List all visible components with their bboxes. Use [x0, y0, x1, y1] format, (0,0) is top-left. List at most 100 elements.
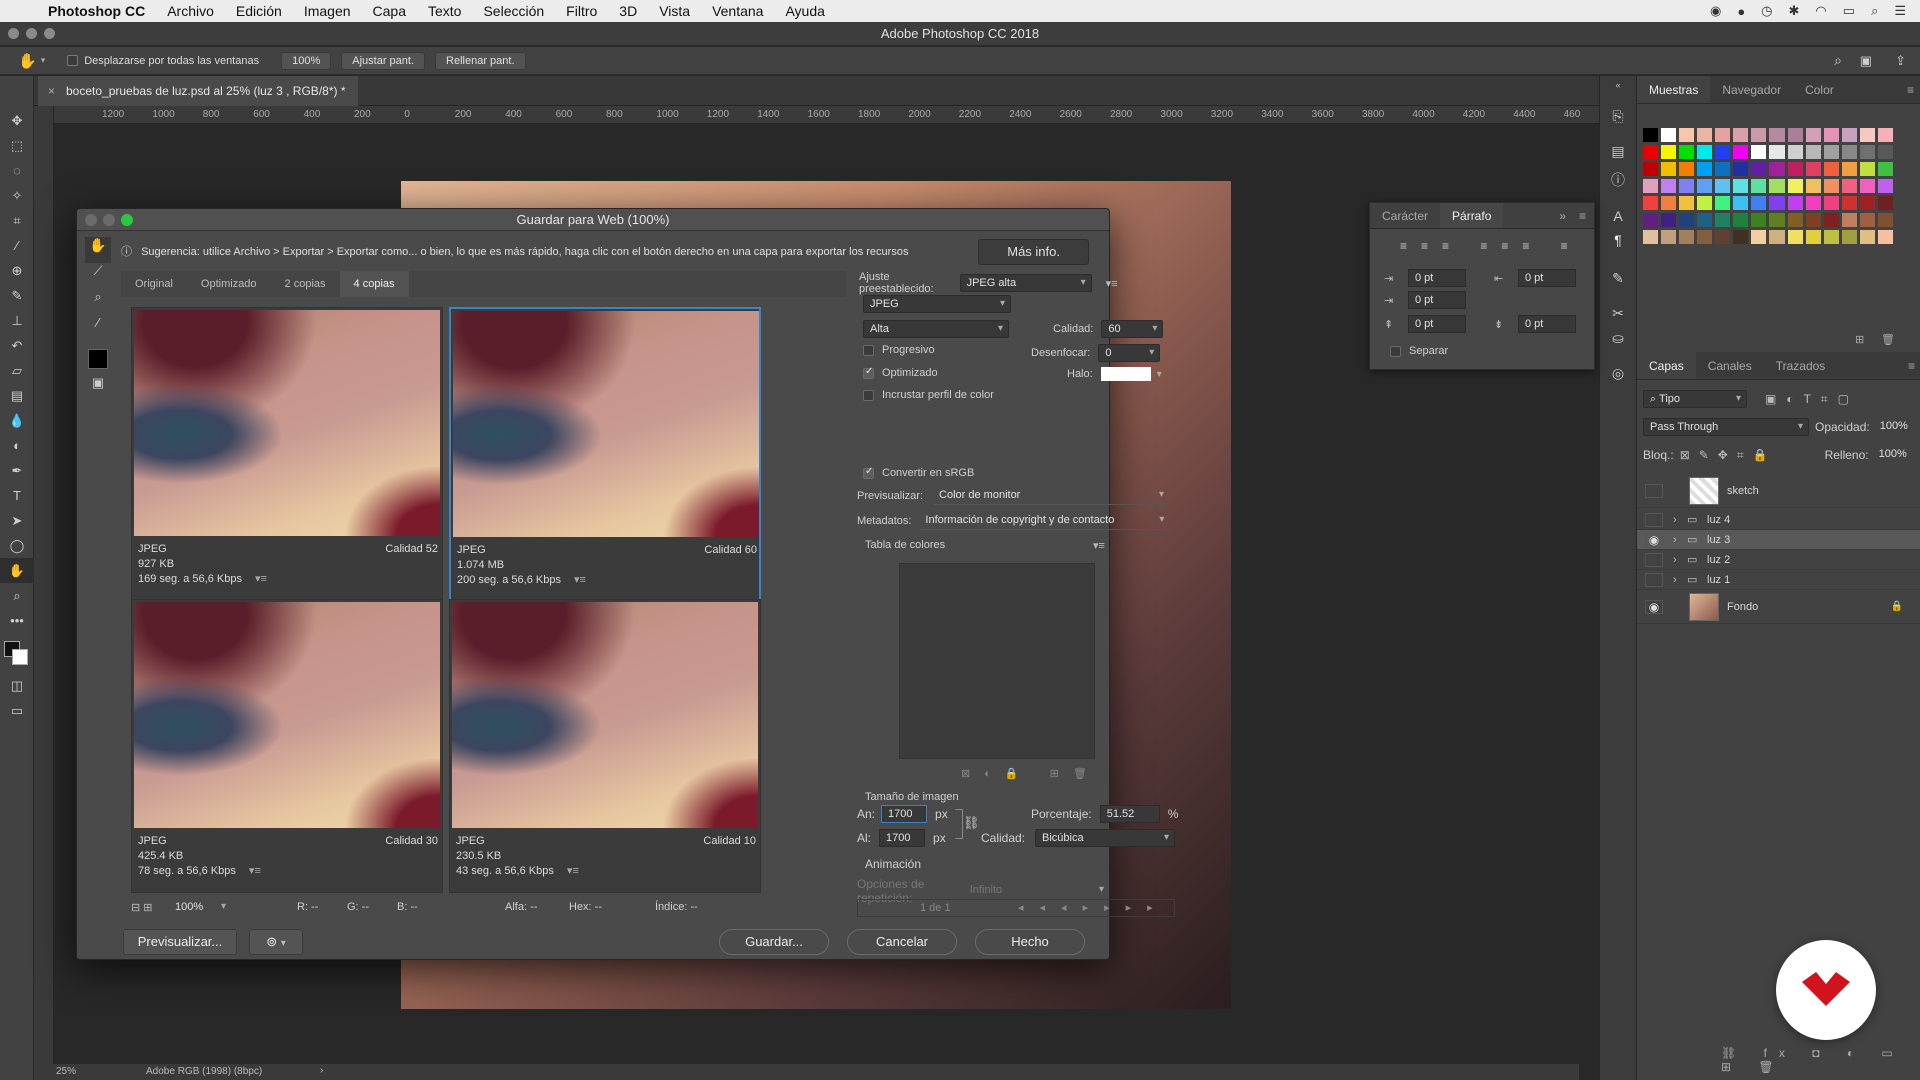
type-tool-icon[interactable]: T [0, 483, 34, 508]
swatch[interactable] [1769, 179, 1785, 193]
info-icon[interactable]: ⓘ [1600, 170, 1636, 190]
quality-input[interactable]: 60 [1101, 320, 1164, 338]
swatch[interactable] [1769, 145, 1785, 159]
creative-cloud-icon[interactable]: ◉ [1710, 3, 1721, 19]
swatch[interactable] [1859, 179, 1875, 193]
fill-screen-button[interactable]: Rellenar pant. [435, 51, 526, 70]
more-info-button[interactable]: Más info. [978, 239, 1089, 265]
swatch[interactable] [1787, 179, 1803, 193]
swatch[interactable] [1715, 230, 1731, 244]
hyphenate-checkbox[interactable] [1390, 345, 1401, 357]
clock-icon[interactable]: ◷ [1761, 3, 1772, 19]
swatch[interactable] [1787, 162, 1803, 176]
swatch[interactable] [1859, 162, 1875, 176]
zoom-tool-icon[interactable]: ⌕ [85, 289, 111, 315]
character-icon[interactable]: A [1600, 208, 1636, 224]
share-icon[interactable]: ⇪ [1895, 53, 1906, 69]
metadata-select[interactable]: Información de copyright y de contacto [919, 512, 1170, 530]
menu-filtro[interactable]: Filtro [566, 3, 597, 19]
quick-mask-icon[interactable]: ◫ [0, 673, 34, 698]
layer-row[interactable]: › ▭ luz 2 [1637, 550, 1920, 570]
align-buttons[interactable]: ≡≡≡ ≡≡≡ ≡ [1400, 239, 1582, 253]
chevron-right-icon[interactable]: › [1673, 550, 1677, 570]
brush-settings-icon[interactable]: ✎ [1600, 270, 1636, 287]
hand-tool-icon[interactable]: ✋ [0, 558, 34, 583]
zoom-100-button[interactable]: 100% [281, 51, 332, 70]
swatch[interactable] [1679, 179, 1695, 193]
swatch[interactable] [1643, 179, 1659, 193]
lasso-tool-icon[interactable]: ◌ [0, 158, 34, 183]
swatch[interactable] [1661, 196, 1677, 210]
menu-seleccion[interactable]: Selección [483, 3, 544, 19]
swatch[interactable] [1751, 162, 1767, 176]
swatch[interactable] [1697, 196, 1713, 210]
menu-3d[interactable]: 3D [619, 3, 637, 19]
zoom-status[interactable]: 25% [56, 1066, 76, 1077]
dodge-tool-icon[interactable]: ◐ [0, 433, 34, 458]
search-icon[interactable]: ⌕ [1834, 52, 1842, 69]
scroll-all-checkbox[interactable] [67, 55, 79, 66]
swatch[interactable] [1697, 145, 1713, 159]
swatch[interactable] [1715, 213, 1731, 227]
swatch[interactable] [1787, 213, 1803, 227]
eyedropper-tool-icon[interactable]: ⁄ [0, 233, 34, 258]
pane-menu-icon[interactable]: ▾≡ [249, 865, 261, 877]
indent-left-input[interactable]: 0 pt [1408, 269, 1466, 287]
battery-icon[interactable]: ▭ [1843, 3, 1855, 19]
width-input[interactable]: 1700 [881, 805, 928, 823]
blur-input[interactable]: 0 [1098, 344, 1161, 362]
swatch[interactable] [1733, 162, 1749, 176]
swatch[interactable] [1733, 128, 1749, 142]
preview-image[interactable] [134, 310, 440, 536]
swatch[interactable] [1679, 213, 1695, 227]
notification-icon[interactable]: ☰ [1894, 3, 1906, 19]
swatch[interactable] [1769, 162, 1785, 176]
properties-icon[interactable]: ▤ [1600, 143, 1636, 160]
eraser-tool-icon[interactable]: ▱ [0, 358, 34, 383]
tab-capas[interactable]: Capas [1637, 352, 1696, 379]
tab-4-copias[interactable]: 4 copias [339, 271, 409, 297]
tab-color[interactable]: Color [1793, 76, 1846, 103]
swatch[interactable] [1661, 162, 1677, 176]
swatch[interactable] [1805, 128, 1821, 142]
swatch[interactable] [1715, 196, 1731, 210]
swatch[interactable] [1859, 145, 1875, 159]
format-select[interactable]: JPEG [863, 295, 1011, 313]
swatch-grid[interactable] [1643, 128, 1893, 244]
blend-mode-select[interactable]: Pass Through [1643, 418, 1809, 436]
pen-tool-icon[interactable]: ✒ [0, 458, 34, 483]
collapse-icon[interactable]: » [1559, 203, 1566, 229]
zoom-buttons[interactable]: ⊟ ⊞ [131, 901, 153, 914]
menu-app[interactable]: Photoshop CC [48, 3, 145, 19]
swatch[interactable] [1697, 230, 1713, 244]
libraries-icon[interactable]: ◎ [1600, 365, 1636, 382]
swatch[interactable] [1841, 213, 1857, 227]
swatch[interactable] [1679, 196, 1695, 210]
swatch[interactable] [1661, 230, 1677, 244]
swatch[interactable] [1697, 128, 1713, 142]
minimize-window-button[interactable] [26, 28, 37, 39]
dialog-close-button[interactable] [85, 214, 97, 226]
zoom-tool-icon[interactable]: ⌕ [0, 583, 34, 608]
hand-tool-icon[interactable]: ✋ [85, 237, 111, 263]
zoom-select[interactable]: 100% [169, 899, 231, 917]
chevron-down-icon[interactable]: ▾ [41, 55, 46, 66]
visibility-eye-icon[interactable] [1645, 513, 1663, 527]
swatch[interactable] [1697, 213, 1713, 227]
space-before-input[interactable]: 0 pt [1408, 315, 1466, 333]
spotlight-icon[interactable]: ⌕ [1871, 3, 1878, 19]
toggle-slices-icon[interactable]: ▣ [85, 375, 111, 401]
swatch[interactable] [1859, 230, 1875, 244]
close-icon[interactable]: × [48, 76, 55, 106]
swatch[interactable] [1877, 162, 1893, 176]
swatch[interactable] [1877, 179, 1893, 193]
swatch[interactable] [1841, 179, 1857, 193]
menu-vista[interactable]: Vista [659, 3, 690, 19]
swatch[interactable] [1877, 145, 1893, 159]
swatch[interactable] [1823, 162, 1839, 176]
filter-icons[interactable]: ▣◐T⌗▢ [1765, 392, 1859, 407]
visibility-eye-icon[interactable] [1645, 553, 1663, 567]
blur-tool-icon[interactable]: 💧 [0, 408, 34, 433]
swatch[interactable] [1715, 162, 1731, 176]
progressive-checkbox[interactable] [863, 344, 874, 356]
